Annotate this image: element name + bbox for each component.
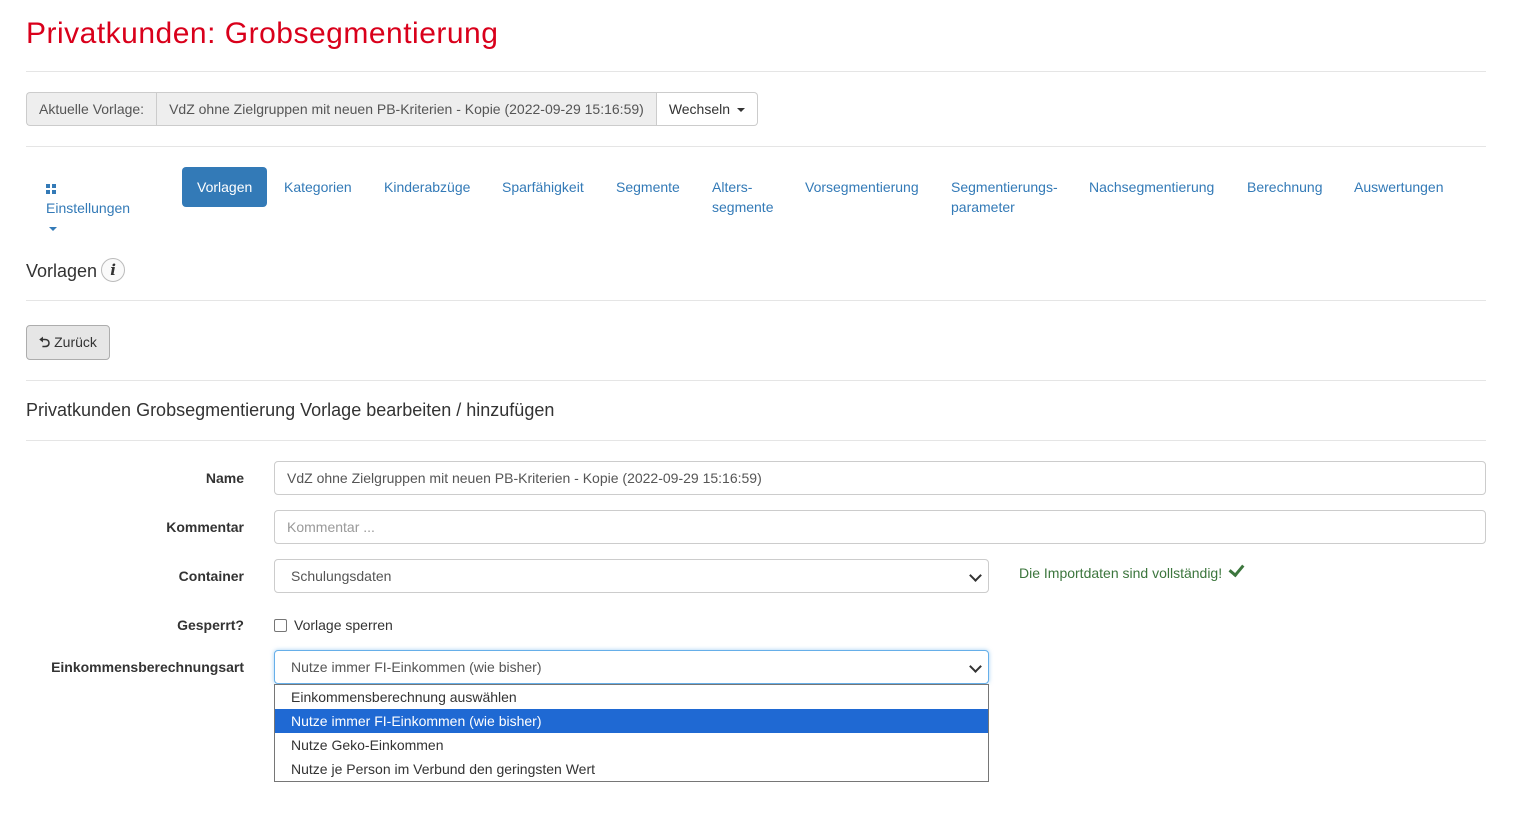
tab-calculation[interactable]: Berechnung [1247,177,1323,197]
tab-segmentation-parameters[interactable]: Segmentierungs- parameter [951,177,1058,217]
tab-seg-params-line2: parameter [951,199,1015,215]
import-status-text: Die Importdaten sind vollständig! [1019,565,1223,581]
income-calc-label: Einkommensberechnungsart [51,659,244,675]
back-label: Zurück [54,334,97,350]
tab-age-segments[interactable]: Alters- segmente [712,177,773,217]
comment-input[interactable]: Kommentar ... [274,510,1486,544]
container-select-value: Schulungsdaten [291,568,392,584]
lock-template-checkbox-label[interactable]: Vorlage sperren [294,617,393,633]
locked-label: Gesperrt? [177,617,244,633]
income-calc-select-value: Nutze immer FI-Einkommen (wie bisher) [291,659,542,675]
grid-icon [46,184,56,194]
income-calc-select[interactable]: Nutze immer FI-Einkommen (wie bisher) [274,650,989,684]
section-title: Vorlagen i [26,258,126,282]
caret-down-icon [49,227,57,232]
nav-settings-label: Einstellungen [46,200,131,216]
lock-template-checkbox[interactable] [274,619,287,632]
tab-age-segments-line2: segmente [712,199,774,215]
tab-savings-ability[interactable]: Sparfähigkeit [502,177,584,197]
tab-post-segmentation[interactable]: Nachsegmentierung [1089,177,1214,197]
switch-template-button[interactable]: Wechseln [656,92,758,126]
tab-segments[interactable]: Segmente [616,177,680,197]
tab-categories[interactable]: Kategorien [284,177,352,197]
page-title: Privatkunden: Grobsegmentierung [26,17,499,50]
nav-settings-dropdown[interactable]: Einstellungen [46,178,130,238]
chevron-down-icon [969,569,982,582]
dropdown-option[interactable]: Einkommensberechnung auswählen [275,685,988,709]
back-button[interactable]: ⮌ Zurück [26,325,110,360]
import-status: Die Importdaten sind vollständig! [1019,560,1245,581]
current-template-value: VdZ ohne Zielgruppen mit neuen PB-Kriter… [156,92,657,126]
back-arrow-icon: ⮌ [39,334,51,350]
current-template-label: Aktuelle Vorlage: [26,92,157,126]
divider [26,440,1486,441]
name-label: Name [205,470,244,486]
divider [26,146,1486,147]
dropdown-option[interactable]: Nutze je Person im Verbund den geringste… [275,757,988,781]
container-label: Container [178,568,244,584]
tab-templates[interactable]: Vorlagen [182,167,268,207]
chevron-down-icon [969,660,982,673]
check-icon [1228,560,1245,578]
switch-template-label: Wechseln [668,101,731,117]
current-template-bar: Aktuelle Vorlage: VdZ ohne Zielgruppen m… [26,92,758,126]
tab-age-segments-line1: Alters- [712,179,753,195]
tab-child-deductions[interactable]: Kinderabzüge [384,177,470,197]
comment-label: Kommentar [166,519,244,535]
caret-down-icon [736,108,745,113]
tab-pre-segmentation[interactable]: Vorsegmentierung [805,177,919,197]
income-calc-dropdown: Einkommensberechnung auswählen Nutze imm… [274,684,989,782]
dropdown-option-selected[interactable]: Nutze immer FI-Einkommen (wie bisher) [275,709,988,733]
dropdown-option[interactable]: Nutze Geko-Einkommen [275,733,988,757]
tab-evaluations[interactable]: Auswertungen [1354,177,1444,197]
divider [26,380,1486,381]
info-icon[interactable]: i [101,258,126,282]
section-title-text: Vorlagen [26,261,98,281]
container-select[interactable]: Schulungsdaten [274,559,989,593]
divider [26,300,1486,301]
divider [26,71,1486,72]
name-input[interactable]: VdZ ohne Zielgruppen mit neuen PB-Kriter… [274,461,1486,495]
tab-seg-params-line1: Segmentierungs- [951,179,1058,195]
form-title: Privatkunden Grobsegmentierung Vorlage b… [26,400,555,420]
